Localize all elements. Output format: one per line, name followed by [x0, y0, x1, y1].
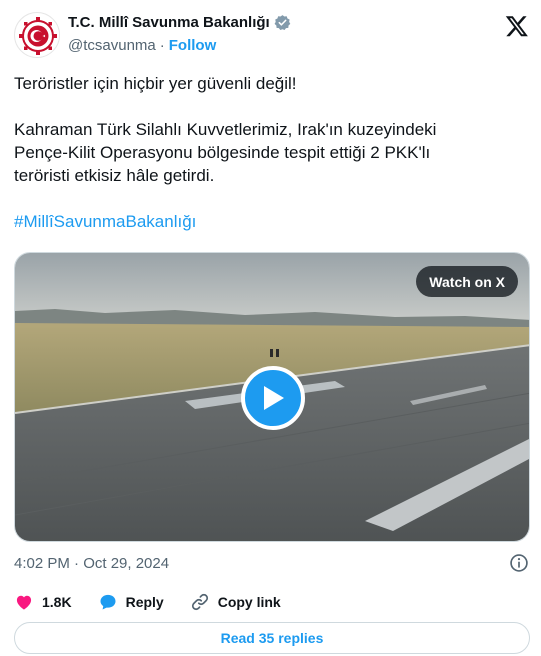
reply-label: Reply — [125, 594, 164, 610]
play-icon — [264, 386, 284, 410]
author-handle[interactable]: @tcsavunma — [68, 37, 156, 54]
tweet-header: T.C. Millî Savunma Bakanlığı @tcsavunma … — [14, 12, 529, 58]
hashtag-link[interactable]: #MillîSavunmaBakanlığı — [14, 210, 529, 233]
avatar[interactable] — [14, 12, 60, 58]
like-count: 1.8K — [42, 594, 72, 610]
tweet-line: teröristi etkisiz hâle getirdi. — [14, 166, 215, 185]
watch-on-x-button[interactable]: Watch on X — [416, 266, 518, 297]
tweet-line: Pençe-Kilit Operasyonu bölgesinde tespit… — [14, 143, 431, 162]
play-button[interactable] — [241, 366, 305, 430]
tweet-text: Teröristler için hiçbir yer güvenli deği… — [14, 72, 529, 233]
follow-button[interactable]: Follow — [169, 37, 217, 54]
verified-badge-icon[interactable] — [274, 14, 291, 31]
reply-bubble-icon — [100, 594, 116, 610]
x-logo-icon[interactable] — [505, 14, 529, 38]
copy-link-button[interactable]: Copy link — [190, 592, 281, 612]
video-player[interactable]: Watch on X — [14, 252, 530, 542]
author-display-name[interactable]: T.C. Millî Savunma Bakanlığı — [68, 14, 270, 31]
copy-link-label: Copy link — [217, 594, 281, 610]
timestamp[interactable]: 4:02 PM · Oct 29, 2024 — [14, 555, 169, 572]
author-name-row: T.C. Millî Savunma Bakanlığı — [68, 14, 291, 31]
ministry-emblem-icon — [16, 14, 59, 57]
tweet-line: Kahraman Türk Silahlı Kuvvetlerimiz, Ira… — [14, 120, 437, 139]
read-replies-button[interactable]: Read 35 replies — [14, 622, 530, 654]
link-icon — [191, 593, 208, 611]
author-handle-row: @tcsavunma · Follow — [68, 37, 216, 54]
info-icon[interactable] — [509, 553, 529, 573]
like-button[interactable]: 1.8K — [14, 592, 72, 612]
separator-dot: · — [159, 37, 165, 54]
tweet-actions: 1.8K Reply Copy link — [14, 589, 529, 615]
tweet-line: Teröristler için hiçbir yer güvenli deği… — [14, 74, 297, 93]
heart-icon — [16, 595, 32, 610]
tweet-meta: 4:02 PM · Oct 29, 2024 — [14, 553, 529, 573]
reply-button[interactable]: Reply — [98, 592, 164, 612]
